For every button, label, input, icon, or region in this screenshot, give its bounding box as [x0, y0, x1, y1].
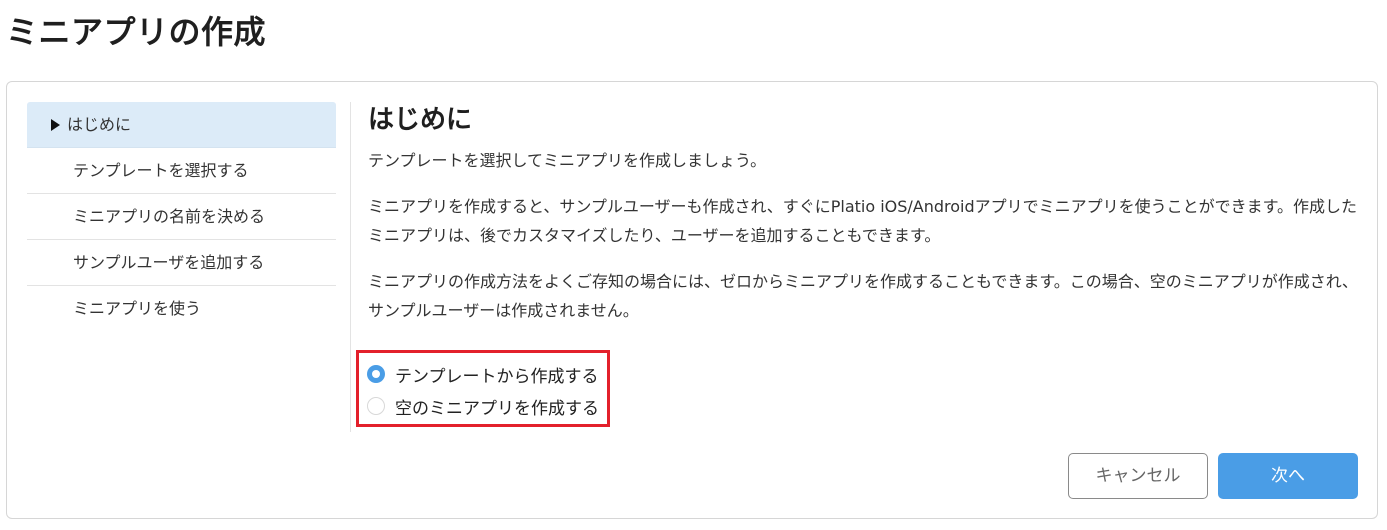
description-paragraph: ミニアプリを作成すると、サンプルユーザーも作成され、すぐにPlatio iOS/… [368, 197, 1358, 245]
next-button[interactable]: 次へ [1218, 453, 1358, 499]
radio-label: 空のミニアプリを作成する [395, 398, 599, 419]
step-label: ミニアプリを使う [73, 299, 202, 318]
radio-unselected-icon[interactable] [367, 397, 385, 415]
step-label: ミニアプリの名前を決める [73, 207, 266, 226]
step-label: はじめに [67, 115, 132, 134]
radio-option-template[interactable]: テンプレートから作成する [367, 362, 599, 387]
cancel-button[interactable]: キャンセル [1068, 453, 1208, 499]
step-item-select-template[interactable]: テンプレートを選択する [27, 148, 336, 194]
step-content: はじめに テンプレートを選択してミニアプリを作成しましょう。 ミニアプリを作成す… [368, 100, 1358, 325]
wizard-card: はじめに テンプレートを選択する ミニアプリの名前を決める サンプルユーザを追加… [6, 81, 1378, 519]
caret-right-icon [51, 119, 60, 131]
radio-selected-icon[interactable] [367, 365, 385, 383]
intro-paragraph: テンプレートを選択してミニアプリを作成しましょう。 [368, 151, 767, 170]
step-item-introduction[interactable]: はじめに [27, 102, 336, 148]
step-item-add-sample-users[interactable]: サンプルユーザを追加する [27, 240, 336, 286]
section-heading: はじめに [368, 105, 473, 135]
vertical-divider [350, 102, 351, 432]
step-label: サンプルユーザを追加する [73, 253, 265, 272]
page-title: ミニアプリの作成 [6, 13, 267, 51]
step-list: はじめに テンプレートを選択する ミニアプリの名前を決める サンプルユーザを追加… [27, 102, 336, 332]
blank-app-paragraph: ミニアプリの作成方法をよくご存知の場合には、ゼロからミニアプリを作成することもで… [368, 272, 1358, 320]
radio-label: テンプレートから作成する [395, 366, 599, 387]
step-item-name-miniapp[interactable]: ミニアプリの名前を決める [27, 194, 336, 240]
step-label: テンプレートを選択する [73, 161, 249, 180]
radio-option-blank[interactable]: 空のミニアプリを作成する [367, 394, 599, 419]
step-item-use-miniapp[interactable]: ミニアプリを使う [27, 286, 336, 332]
